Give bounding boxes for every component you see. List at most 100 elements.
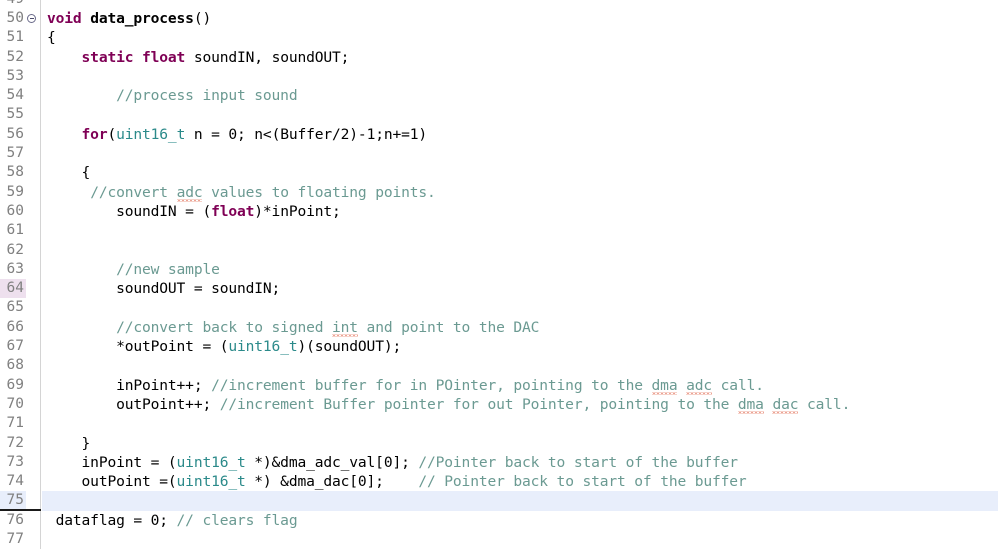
code-line[interactable]: 67 *outPoint = (uint16_t)(soundOUT);: [0, 337, 998, 357]
code-line[interactable]: 77: [0, 530, 998, 550]
code-text[interactable]: {: [42, 28, 998, 47]
line-number: 76: [0, 510, 26, 531]
code-text[interactable]: inPoint = (uint16_t *)&dma_adc_val[0]; /…: [42, 453, 998, 472]
code-token: //convert back to signed: [116, 318, 332, 336]
code-token: //new sample: [116, 260, 220, 278]
code-text[interactable]: static float soundIN, soundOUT;: [42, 48, 998, 67]
code-line[interactable]: 58 {: [0, 163, 998, 183]
code-line[interactable]: 66 //convert back to signed int and poin…: [0, 317, 998, 338]
code-line[interactable]: 55: [0, 105, 998, 125]
code-token: soundOUT = soundIN;: [47, 280, 281, 298]
line-number: 74: [0, 472, 26, 492]
code-line[interactable]: 50 void data_process(): [0, 9, 998, 29]
code-token: )*inPoint;: [254, 202, 341, 220]
code-text[interactable]: [42, 530, 998, 549]
code-token: call.: [798, 395, 851, 413]
code-text[interactable]: //convert back to signed int and point t…: [42, 318, 998, 337]
line-number: 75: [0, 491, 26, 511]
code-text[interactable]: }: [42, 434, 998, 453]
line-number: 77: [0, 530, 26, 550]
code-token: *)&dma_adc_val[0];: [245, 453, 419, 471]
code-text[interactable]: //new sample: [42, 260, 998, 279]
code-token: {: [47, 164, 91, 182]
code-line[interactable]: 54 //process input sound: [0, 86, 998, 106]
code-text[interactable]: outPoint++; //increment Buffer pointer f…: [42, 395, 998, 414]
code-line[interactable]: 69 inPoint++; //increment buffer for in …: [0, 375, 998, 395]
spellcheck-token: int: [332, 318, 358, 336]
code-text[interactable]: void data_process(): [42, 9, 998, 28]
code-token: (): [193, 10, 212, 27]
code-line[interactable]: 53: [0, 66, 998, 87]
code-line[interactable]: 68: [0, 356, 998, 376]
line-number: 68: [0, 356, 26, 376]
line-number: 61: [0, 221, 26, 241]
code-token: n = 0; n<(Buffer/2)-1;n+=1): [185, 125, 428, 143]
code-line[interactable]: 74 outPoint =(uint16_t *) &dma_dac[0]; /…: [0, 472, 998, 492]
line-number: 57: [0, 144, 26, 164]
code-line[interactable]: 56 for(uint16_t n = 0; n<(Buffer/2)-1;n+…: [0, 124, 998, 145]
code-text[interactable]: [42, 491, 998, 511]
code-text[interactable]: //process input sound: [42, 86, 998, 105]
code-text[interactable]: {: [42, 163, 998, 182]
code-line[interactable]: 72 }: [0, 433, 998, 453]
code-text[interactable]: [42, 221, 998, 240]
code-line[interactable]: 65: [0, 298, 998, 318]
minus-circle-icon[interactable]: [27, 14, 36, 23]
code-line[interactable]: 71: [0, 414, 998, 434]
code-line[interactable]: 76 dataflag = 0; // clears flag: [0, 510, 998, 531]
line-number: 66: [0, 317, 26, 338]
code-line[interactable]: 57: [0, 144, 998, 164]
code-text[interactable]: soundOUT = soundIN;: [42, 279, 998, 298]
code-line[interactable]: 75: [0, 491, 998, 511]
code-token: // clears flag: [176, 511, 298, 529]
code-text[interactable]: [42, 0, 998, 9]
code-token: inPoint = (: [47, 453, 177, 471]
code-token: void: [47, 10, 82, 27]
code-line[interactable]: 51 {: [0, 28, 998, 48]
code-token: for: [81, 125, 108, 143]
code-text[interactable]: [42, 414, 998, 433]
code-text[interactable]: [42, 356, 998, 375]
code-line[interactable]: 52 static float soundIN, soundOUT;: [0, 47, 998, 67]
code-editor[interactable]: 49 50 void data_process() 51 {52 static flo…: [0, 0, 998, 555]
code-text[interactable]: //convert adc values to floating points.: [42, 183, 998, 202]
code-line[interactable]: 60 soundIN = (float)*inPoint;: [0, 201, 998, 222]
code-line[interactable]: 61: [0, 221, 998, 241]
code-text[interactable]: soundIN = (float)*inPoint;: [42, 202, 998, 221]
code-text[interactable]: *outPoint = (uint16_t)(soundOUT);: [42, 337, 998, 356]
code-token: //convert: [90, 183, 177, 201]
code-text[interactable]: dataflag = 0; // clears flag: [42, 511, 998, 530]
code-text[interactable]: [42, 298, 998, 317]
line-number: 50: [0, 9, 26, 29]
code-text[interactable]: inPoint++; //increment buffer for in POi…: [42, 376, 998, 395]
code-token: call.: [712, 376, 764, 394]
line-number: 52: [0, 47, 26, 67]
code-text[interactable]: [42, 241, 998, 260]
code-token: float: [142, 48, 186, 66]
code-line[interactable]: 73 inPoint = (uint16_t *)&dma_adc_val[0]…: [0, 452, 998, 473]
code-token: inPoint++;: [47, 376, 212, 394]
code-token: )(soundOUT);: [297, 338, 402, 356]
code-lines-container[interactable]: 49 50 void data_process() 51 {52 static flo…: [0, 0, 998, 550]
code-text[interactable]: [42, 67, 998, 86]
code-token: // Pointer back to start of the buffer: [418, 473, 747, 491]
line-number: 54: [0, 86, 26, 106]
code-line[interactable]: 49: [0, 0, 998, 9]
line-number: 65: [0, 298, 26, 318]
code-text[interactable]: outPoint =(uint16_t *) &dma_dac[0]; // P…: [42, 472, 998, 491]
code-text[interactable]: [42, 105, 998, 124]
code-token: {: [47, 29, 56, 47]
code-line[interactable]: 64 soundOUT = soundIN;: [0, 279, 998, 299]
line-number: 70: [0, 394, 26, 415]
code-line[interactable]: 70 outPoint++; //increment Buffer pointe…: [0, 394, 998, 415]
code-text[interactable]: [42, 144, 998, 163]
code-line[interactable]: 59 //convert adc values to floating poin…: [0, 182, 998, 202]
code-text[interactable]: for(uint16_t n = 0; n<(Buffer/2)-1;n+=1): [42, 125, 998, 144]
code-line[interactable]: 62: [0, 240, 998, 260]
line-number: 63: [0, 259, 26, 280]
code-line[interactable]: 63 //new sample: [0, 259, 998, 280]
line-number: 49: [0, 0, 26, 9]
